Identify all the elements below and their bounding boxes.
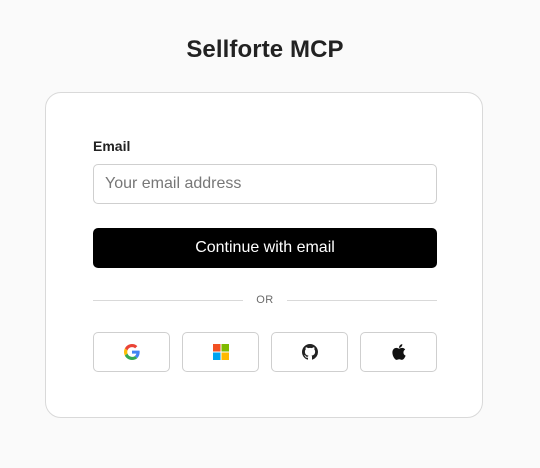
email-input[interactable] xyxy=(93,164,437,204)
continue-with-email-button[interactable]: Continue with email xyxy=(93,228,437,268)
divider-text: OR xyxy=(256,294,274,306)
login-card: Email Continue with email OR xyxy=(45,92,483,418)
page-title: Sellforte MCP xyxy=(186,36,344,63)
google-signin-button[interactable] xyxy=(93,332,170,372)
apple-signin-button[interactable] xyxy=(360,332,437,372)
divider-line-right xyxy=(286,299,437,301)
github-icon xyxy=(301,344,318,360)
microsoft-signin-button[interactable] xyxy=(182,332,259,372)
google-icon xyxy=(123,344,140,360)
microsoft-icon xyxy=(212,344,229,360)
or-divider: OR xyxy=(93,292,437,308)
login-page: Sellforte MCP Email Continue with email … xyxy=(0,0,540,468)
email-label: Email xyxy=(93,138,131,154)
github-signin-button[interactable] xyxy=(271,332,348,372)
apple-icon xyxy=(391,343,407,361)
divider-line-left xyxy=(93,299,244,301)
provider-buttons xyxy=(93,332,437,372)
